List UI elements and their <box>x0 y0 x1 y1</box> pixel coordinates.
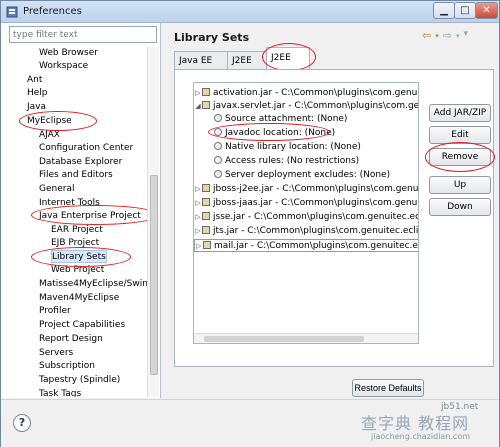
tree-item-web-browser[interactable]: Web Browser <box>39 47 98 60</box>
menu-icon[interactable]: ▾ <box>463 29 468 42</box>
list-item[interactable]: Access rules: (No restrictions) <box>194 155 418 168</box>
back-arrow-icon[interactable]: ⇦ <box>422 29 431 42</box>
preference-tree: Web Browser Workspace Ant Help Java MyEc… <box>1 47 147 397</box>
restore-defaults-button[interactable]: Restore Defaults <box>352 379 424 397</box>
tree-item-maven[interactable]: Maven4MyEclipse <box>39 292 119 305</box>
expand-icon[interactable]: ▷ <box>195 240 203 253</box>
tree-item-subscription[interactable]: Subscription <box>39 360 95 373</box>
list-hscrollbar[interactable] <box>194 333 418 343</box>
button-bar: ? 查字典 教程网 jiaocheng.chazidian.com jb51.n… <box>1 399 499 447</box>
page-title: Library Sets <box>174 31 250 44</box>
minimize-button[interactable]: ▁ <box>433 2 455 19</box>
tree-item-tapestry[interactable]: Tapestry (Spindle) <box>39 374 120 387</box>
list-item[interactable]: ▷ jboss-j2ee.jar - C:\Common\plugins\com.… <box>194 183 418 196</box>
tab-j2ee-1-4[interactable]: J2EE 1.4 <box>227 51 267 84</box>
collapse-icon[interactable]: ◢ <box>194 100 202 113</box>
tree-scrollbar-thumb[interactable] <box>150 175 158 375</box>
access-rules-icon <box>214 156 222 164</box>
expand-icon[interactable]: ▷ <box>194 211 202 224</box>
list-item[interactable]: Javadoc location: (None) <box>194 127 418 140</box>
up-button[interactable]: Up <box>429 176 491 194</box>
javadoc-icon <box>214 128 222 136</box>
tree-item-internet-tools[interactable]: Internet Tools <box>39 197 100 210</box>
edit-button[interactable]: Edit <box>429 126 491 144</box>
tree-item-web-project[interactable]: Web Project <box>51 264 104 277</box>
watermark: 查字典 教程网 <box>361 414 470 433</box>
list-hscrollbar-thumb[interactable] <box>204 336 364 342</box>
tree-item-ant[interactable]: Ant <box>27 74 42 87</box>
jar-icon <box>203 241 211 249</box>
jar-icon <box>202 101 210 109</box>
jar-icon <box>202 184 210 192</box>
preference-tree-panel: Web Browser Workspace Ant Help Java MyEc… <box>1 23 161 398</box>
list-item[interactable]: Server deployment excludes: (None) <box>194 169 418 182</box>
tab-content: ▷ activation.jar - C:\Common\plugins\com.… <box>174 69 495 367</box>
server-deployment-icon <box>214 170 222 178</box>
preferences-window: Preferences ▁ □ ✕ Web Browser Workspace … <box>0 0 500 447</box>
help-icon[interactable]: ? <box>13 414 31 432</box>
maximize-button[interactable]: □ <box>454 2 476 19</box>
title-bar: Preferences ▁ □ ✕ <box>1 1 499 23</box>
history-nav: ⇦ ▾ ⇨ ▾ ▾ <box>422 29 468 42</box>
tree-item-java-enterprise-project[interactable]: Java Enterprise Project <box>39 210 141 223</box>
list-item[interactable]: ▷ jboss-jaas.jar - C:\Common\plugins\com.… <box>194 197 418 210</box>
tree-item-configuration-center[interactable]: Configuration Center <box>39 142 133 155</box>
tree-item-general[interactable]: General <box>39 183 74 196</box>
app-icon <box>6 6 18 18</box>
tree-item-ejb-project[interactable]: EJB Project <box>51 237 99 250</box>
jar-icon <box>202 198 210 206</box>
dropdown-icon[interactable]: ▾ <box>435 29 439 42</box>
list-item[interactable]: ▷ mail.jar - C:\Common\plugins\com.genuit… <box>194 239 418 253</box>
filter-input[interactable] <box>9 26 157 43</box>
expand-icon[interactable]: ▷ <box>194 225 202 238</box>
native-library-icon <box>214 142 222 150</box>
tree-item-library-sets[interactable]: Library Sets <box>51 250 107 263</box>
list-item[interactable]: ▷ jsse.jar - C:\Common\plugins\com.genuit… <box>194 211 418 224</box>
tree-item-report-design[interactable]: Report Design <box>39 333 103 346</box>
expand-icon[interactable]: ▷ <box>194 87 202 100</box>
tree-item-workspace[interactable]: Workspace <box>39 60 88 73</box>
tree-item-project-capabilities[interactable]: Project Capabilities <box>39 319 125 332</box>
tree-item-help[interactable]: Help <box>27 87 48 100</box>
dropdown-icon[interactable]: ▾ <box>456 29 460 42</box>
watermark-url: jiaocheng.chazidian.com <box>371 432 471 441</box>
library-sets-page: Library Sets ⇦ ▾ ⇨ ▾ ▾ Java EE 5.0 J2EE … <box>164 23 499 398</box>
jar-icon <box>202 88 210 96</box>
source-attachment-icon <box>214 114 222 122</box>
expand-icon[interactable]: ▷ <box>194 183 202 196</box>
site-mark: jb51.net <box>441 402 479 412</box>
tree-item-ear-project[interactable]: EAR Project <box>51 224 103 237</box>
list-item[interactable]: ◢ javax.servlet.jar - C:\Common\plugins\c… <box>194 100 418 113</box>
tree-item-servers[interactable]: Servers <box>39 347 73 360</box>
down-button[interactable]: Down <box>429 198 491 216</box>
remove-button[interactable]: Remove <box>429 148 491 166</box>
tree-item-profiler[interactable]: Profiler <box>39 305 71 318</box>
library-list[interactable]: ▷ activation.jar - C:\Common\plugins\com.… <box>193 82 419 344</box>
window-title: Preferences <box>23 6 82 17</box>
tree-item-ajax[interactable]: AJAX <box>39 129 60 142</box>
list-item[interactable]: ▷ activation.jar - C:\Common\plugins\com.… <box>194 87 418 100</box>
jar-icon <box>202 212 210 220</box>
expand-icon[interactable]: ▷ <box>194 197 202 210</box>
add-jar-zip-button[interactable]: Add JAR/ZIP <box>429 104 491 122</box>
tree-scrollbar[interactable] <box>147 47 159 397</box>
close-button[interactable]: ✕ <box>475 2 498 19</box>
forward-arrow-icon[interactable]: ⇨ <box>443 29 452 42</box>
list-item[interactable]: Native library location: (None) <box>194 141 418 154</box>
list-item[interactable]: Source attachment: (None) <box>194 113 418 126</box>
tree-item-java[interactable]: Java <box>27 101 46 114</box>
list-item[interactable]: ▷ jts.jar - C:\Common\plugins\com.genuite… <box>194 225 418 238</box>
tree-item-myeclipse[interactable]: MyEclipse <box>27 115 72 128</box>
jar-icon <box>202 226 210 234</box>
tree-item-database-explorer[interactable]: Database Explorer <box>39 156 122 169</box>
tree-item-task-tags[interactable]: Task Tags <box>39 388 81 397</box>
tree-item-matisse[interactable]: Matisse4MyEclipse/Swing <box>39 278 147 291</box>
tab-j2ee-1-3[interactable]: J2EE 1.3 <box>266 47 310 83</box>
tree-item-files-and-editors[interactable]: Files and Editors <box>39 169 113 182</box>
tab-java-ee-5[interactable]: Java EE 5.0 <box>174 51 228 84</box>
